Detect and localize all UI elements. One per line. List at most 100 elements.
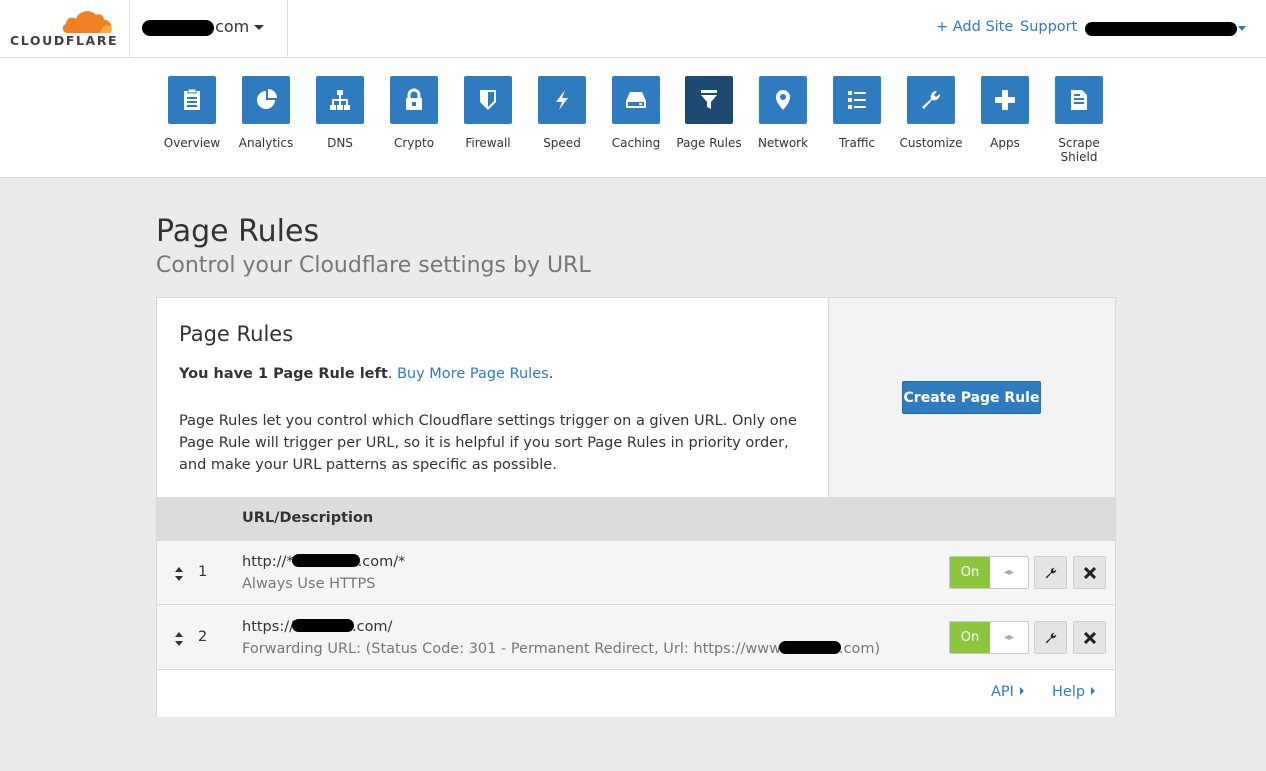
- edit-rule-button[interactable]: [1034, 556, 1067, 589]
- list-icon: [833, 76, 881, 124]
- wrench-icon: [907, 76, 955, 124]
- table-header: URL/Description: [157, 497, 1115, 541]
- rule-description: Forwarding URL: (Status Code: 301 - Perm…: [242, 641, 880, 657]
- nav-overview[interactable]: Overview: [155, 76, 229, 150]
- lightning-icon: [538, 76, 586, 124]
- nav-analytics[interactable]: Analytics: [229, 76, 303, 150]
- card-action-panel: Create Page Rule: [829, 298, 1115, 497]
- cloud-icon: [62, 11, 112, 33]
- create-page-rule-button[interactable]: Create Page Rule: [902, 381, 1041, 414]
- quota-text: You have 1 Page Rule left: [179, 366, 388, 382]
- nav-dns[interactable]: DNS: [303, 76, 377, 150]
- nav-firewall[interactable]: Firewall: [451, 76, 525, 150]
- cloudflare-logo[interactable]: CLOUDFLARE: [0, 0, 130, 57]
- chevron-down-icon: [254, 25, 264, 30]
- quota-separator: .: [387, 366, 393, 382]
- domain-selector[interactable]: .com: [130, 0, 288, 57]
- nav-label: Traffic: [838, 136, 876, 150]
- page-subtitle: Control your Cloudflare settings by URL: [156, 253, 591, 278]
- nav-label: Scrape Shield: [1058, 136, 1100, 164]
- pie-chart-icon: [242, 76, 290, 124]
- delete-rule-button[interactable]: [1073, 621, 1106, 654]
- shield-icon: [464, 76, 512, 124]
- toggle-state-label: On: [950, 622, 990, 653]
- card-info-panel: Page Rules You have 1 Page Rule left. Bu…: [157, 298, 829, 497]
- redacted-domain: [291, 554, 360, 567]
- hard-drive-icon: [612, 76, 660, 124]
- wrench-icon: [1045, 567, 1056, 578]
- toggle-grip-icon: ◂▸: [1003, 632, 1015, 643]
- chevron-down-icon: [1238, 26, 1246, 31]
- description-text: Forwarding URL: (Status Code: 301 - Perm…: [242, 641, 781, 657]
- filter-icon: [685, 76, 733, 124]
- card-description: Page Rules let you control which Cloudfl…: [179, 413, 797, 473]
- redacted-domain: [291, 619, 354, 632]
- quota-message: You have 1 Page Rule left. Buy More Page…: [179, 366, 553, 382]
- nav-label: DNS: [327, 136, 353, 150]
- map-pin-icon: [759, 76, 807, 124]
- nav-label: Speed: [543, 136, 581, 150]
- rule-priority: 2: [198, 629, 208, 645]
- nav-traffic[interactable]: Traffic: [820, 76, 894, 150]
- rule-priority: 1: [198, 564, 208, 580]
- nav-label: Network: [757, 136, 809, 150]
- app-navigation: Overview Analytics DNS Crypto Firewall S…: [0, 58, 1266, 178]
- drag-handle-icon[interactable]: [174, 566, 184, 585]
- table-row: 1 http://* .com/* Always Use HTTPS On ◂▸: [157, 541, 1115, 605]
- domain-suffix: .com: [210, 17, 250, 36]
- nav-label: Overview: [163, 136, 221, 150]
- delete-rule-button[interactable]: [1073, 556, 1106, 589]
- page-rules-card: Page Rules You have 1 Page Rule left. Bu…: [156, 297, 1116, 717]
- redacted-domain: [142, 20, 214, 36]
- nav-label: Analytics: [238, 136, 294, 150]
- nav-apps[interactable]: Apps: [968, 76, 1042, 150]
- plus-icon: [981, 76, 1029, 124]
- top-bar: CLOUDFLARE .com + Add Site Support: [0, 0, 1266, 58]
- edit-rule-button[interactable]: [1034, 621, 1067, 654]
- url-prefix: http://*: [242, 554, 294, 570]
- api-label: API: [991, 684, 1014, 700]
- rule-description: Always Use HTTPS: [242, 576, 376, 592]
- url-prefix: https://: [242, 619, 294, 635]
- rule-toggle[interactable]: On ◂▸: [949, 621, 1029, 654]
- rule-toggle[interactable]: On ◂▸: [949, 556, 1029, 589]
- quota-end: .: [548, 366, 554, 382]
- sitemap-icon: [316, 76, 364, 124]
- nav-label: Page Rules: [676, 136, 742, 150]
- nav-label: Caching: [611, 136, 661, 150]
- rule-url: https:// .com/: [242, 619, 392, 635]
- toggle-state-label: On: [950, 557, 990, 588]
- close-icon: [1083, 631, 1096, 644]
- drag-handle-icon[interactable]: [174, 631, 184, 650]
- rule-url: http://* .com/*: [242, 554, 405, 570]
- help-link[interactable]: Help: [1052, 684, 1096, 700]
- nav-customize[interactable]: Customize: [894, 76, 968, 150]
- nav-label: Apps: [990, 136, 1020, 150]
- caret-right-icon: [1091, 687, 1096, 695]
- toggle-grip-icon: ◂▸: [1003, 567, 1015, 578]
- url-suffix: .com/*: [357, 554, 406, 570]
- column-header-url: URL/Description: [242, 510, 374, 526]
- logo-wordmark: CLOUDFLARE: [10, 33, 119, 48]
- nav-label: Customize: [899, 136, 963, 150]
- nav-caching[interactable]: Caching: [599, 76, 673, 150]
- nav-scrape-shield[interactable]: Scrape Shield: [1042, 76, 1116, 164]
- nav-speed[interactable]: Speed: [525, 76, 599, 150]
- nav-network[interactable]: Network: [746, 76, 820, 150]
- api-link[interactable]: API: [991, 684, 1024, 700]
- nav-page-rules[interactable]: Page Rules: [672, 76, 746, 150]
- document-icon: [1055, 76, 1103, 124]
- redacted-account-email: [1085, 22, 1237, 36]
- card-title: Page Rules: [179, 322, 294, 346]
- buy-more-link[interactable]: Buy More Page Rules: [397, 366, 549, 382]
- support-link[interactable]: Support: [1020, 19, 1077, 35]
- nav-crypto[interactable]: Crypto: [377, 76, 451, 150]
- page-title: Page Rules: [156, 214, 320, 249]
- account-menu[interactable]: [1085, 16, 1250, 40]
- clipboard-icon: [168, 76, 216, 124]
- description-suffix: .com): [838, 641, 881, 657]
- url-suffix: .com/: [351, 619, 393, 635]
- card-footer: API Help: [157, 673, 1115, 717]
- add-site-link[interactable]: + Add Site: [936, 19, 1013, 35]
- table-row: 2 https:// .com/ Forwarding URL: (Status …: [157, 606, 1115, 670]
